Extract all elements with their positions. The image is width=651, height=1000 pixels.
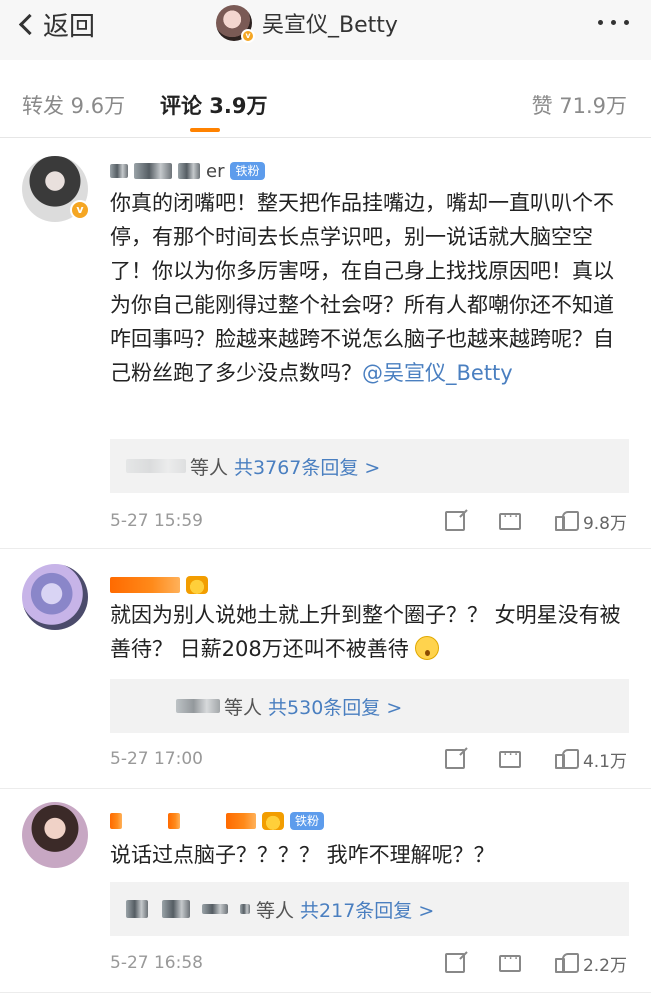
reply-users: 等人: [224, 696, 263, 719]
share-icon[interactable]: [444, 511, 465, 531]
comment-body: 说话过点脑子？？？？ 我咋不理解呢？？: [110, 843, 495, 867]
comment-item: v er 铁粉 你真的闭嘴吧！整天把作品挂嘴边，嘴却一直叭叭个不停，有那个时间去…: [0, 150, 651, 545]
blurred-reply-users: [202, 904, 228, 914]
back-button[interactable]: 返回: [14, 6, 95, 42]
username[interactable]: er 铁粉: [110, 158, 265, 184]
reply-count-link[interactable]: 共3767条回复 >: [234, 453, 380, 480]
username[interactable]: [110, 572, 208, 598]
avatar[interactable]: v: [22, 156, 90, 222]
reply-summary[interactable]: 等人 共530条回复 >: [110, 679, 629, 733]
blurred-reply-users: [240, 904, 250, 914]
blurred-reply-users: [126, 459, 186, 473]
timestamp: 5-27 17:00: [110, 749, 203, 769]
blurred-reply-users: [126, 900, 148, 918]
crown-badge-icon: [186, 576, 208, 594]
comment-meta: 5-27 15:59 9.8万: [110, 506, 627, 536]
chevron-left-icon: [18, 13, 41, 35]
reply-count-link[interactable]: 共217条回复 >: [300, 896, 434, 923]
share-icon[interactable]: [444, 953, 465, 973]
comment-body: 你真的闭嘴吧！整天把作品挂嘴边，嘴却一直叭叭个不停，有那个时间去长点学识吧，别一…: [110, 191, 614, 385]
comment-item: 铁粉 说话过点脑子？？？？ 我咋不理解呢？？ 等人 共217条回复 > 5-27…: [0, 800, 651, 1000]
tab-bar: 转发 9.6万 评论 3.9万 赞 71.9万: [0, 70, 651, 138]
like-count: 9.8万: [582, 513, 627, 534]
thumbs-up-icon: [554, 749, 579, 769]
like-count: 2.2万: [582, 955, 627, 976]
verified-badge-icon: v: [70, 200, 90, 220]
divider: [0, 548, 651, 549]
like-button[interactable]: 2.2万: [554, 951, 627, 976]
comment-body: 就因为别人说她土就上升到整个圈子？？ 女明星没有被善待？ 日薪208万还叫不被善…: [110, 603, 621, 661]
comment-icon[interactable]: [498, 747, 521, 768]
more-menu-icon[interactable]: [598, 20, 629, 25]
timestamp: 5-27 16:58: [110, 953, 203, 973]
username-suffix: er: [206, 160, 225, 182]
avatar[interactable]: [22, 564, 88, 630]
avatar[interactable]: v: [216, 5, 255, 43]
comment-item: 就因为别人说她土就上升到整个圈子？？ 女明星没有被善待？ 日薪208万还叫不被善…: [0, 560, 651, 785]
verified-badge-icon: v: [241, 29, 255, 43]
blurred-username: [168, 813, 180, 829]
divider: [0, 788, 651, 789]
crown-badge-icon: [262, 812, 284, 830]
like-count: 4.1万: [582, 751, 627, 772]
share-icon[interactable]: [444, 749, 465, 769]
thumbs-up-icon: [554, 511, 579, 531]
comment-meta: 5-27 16:58 2.2万: [110, 948, 627, 978]
avatar[interactable]: [22, 802, 88, 868]
top-nav-bar: 返回 v 吴宣仪_Betty: [0, 0, 651, 60]
fan-badge: 铁粉: [290, 812, 325, 830]
reply-count-link[interactable]: 共530条回复 >: [268, 693, 402, 720]
mention-link[interactable]: @吴宣仪_Betty: [362, 361, 513, 385]
comment-icon[interactable]: [498, 951, 521, 972]
reply-summary[interactable]: 等人 共217条回复 >: [110, 882, 629, 936]
blurred-reply-users: [176, 699, 220, 713]
blurred-username: [226, 813, 256, 829]
active-tab-indicator: [190, 128, 220, 132]
comment-text: 就因为别人说她土就上升到整个圈子？？ 女明星没有被善待？ 日薪208万还叫不被善…: [110, 598, 627, 666]
comment-actions: 9.8万: [444, 506, 627, 536]
comment-icon[interactable]: [498, 509, 521, 530]
tab-repost[interactable]: 转发 9.6万: [22, 90, 125, 120]
blurred-username: [134, 163, 172, 179]
surprised-emoji-icon: [415, 636, 440, 660]
username[interactable]: 铁粉: [110, 808, 325, 834]
fan-badge: 铁粉: [230, 162, 265, 180]
like-button[interactable]: 4.1万: [554, 747, 627, 772]
tab-like[interactable]: 赞 71.9万: [532, 90, 627, 120]
reply-users: 等人: [256, 899, 295, 922]
blurred-username: [110, 577, 180, 593]
comment-text: 你真的闭嘴吧！整天把作品挂嘴边，嘴却一直叭叭个不停，有那个时间去长点学识吧，别一…: [110, 186, 627, 390]
nav-user[interactable]: v 吴宣仪_Betty: [216, 3, 398, 43]
page-title: 吴宣仪_Betty: [262, 13, 398, 38]
tab-comment[interactable]: 评论 3.9万: [160, 90, 268, 120]
blurred-reply-users: [162, 900, 190, 918]
blurred-username: [110, 813, 122, 829]
timestamp: 5-27 15:59: [110, 511, 203, 531]
blurred-username: [110, 164, 128, 178]
comment-meta: 5-27 17:00 4.1万: [110, 744, 627, 774]
back-label: 返回: [43, 11, 96, 42]
comment-actions: 4.1万: [444, 744, 627, 774]
divider: [0, 992, 651, 993]
blurred-username: [178, 163, 200, 179]
like-button[interactable]: 9.8万: [554, 509, 627, 534]
reply-summary[interactable]: 等人 共3767条回复 >: [110, 439, 629, 493]
comment-actions: 2.2万: [444, 948, 627, 978]
reply-users: 等人: [190, 456, 229, 479]
comment-text: 说话过点脑子？？？？ 我咋不理解呢？？: [110, 838, 627, 872]
thumbs-up-icon: [554, 953, 579, 973]
